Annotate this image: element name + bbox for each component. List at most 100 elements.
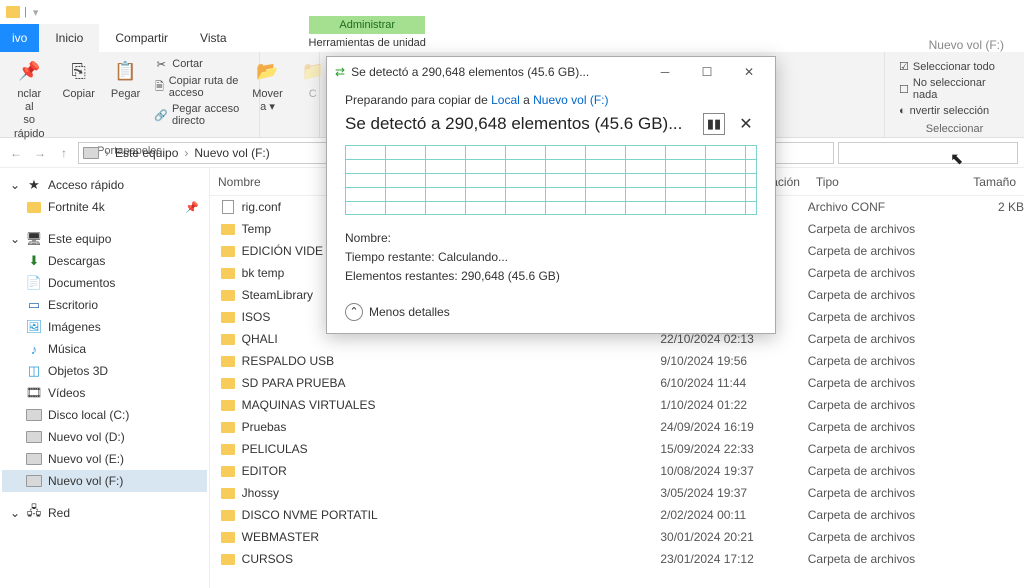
file-type: Carpeta de archivos bbox=[808, 310, 955, 324]
c-label: C bbox=[309, 88, 317, 101]
sidebar-videos[interactable]: 🎞Vídeos bbox=[2, 382, 207, 404]
copy-dialog: ⇄ Se detectó a 290,648 elementos (45.6 G… bbox=[326, 56, 776, 334]
sidebar-label: Música bbox=[48, 342, 86, 356]
dialog-title: Se detectó a 290,648 elementos (45.6 GB)… bbox=[351, 65, 589, 79]
sidebar-item-fortnite[interactable]: Fortnite 4k📌 bbox=[2, 196, 207, 218]
folder-icon bbox=[221, 378, 235, 389]
table-row[interactable]: Jhossy3/05/2024 19:37Carpeta de archivos bbox=[210, 482, 1024, 504]
source-link[interactable]: Local bbox=[491, 93, 520, 107]
sidebar-music[interactable]: ♪Música bbox=[2, 338, 207, 360]
file-name: DISCO NVME PORTATIL bbox=[238, 508, 661, 522]
tab-vista[interactable]: Vista bbox=[184, 24, 242, 52]
table-row[interactable]: PELICULAS15/09/2024 22:33Carpeta de arch… bbox=[210, 438, 1024, 460]
file-size: 2 KB bbox=[955, 200, 1024, 214]
tab-administrar[interactable]: Administrar Herramientas de unidad bbox=[303, 16, 432, 52]
table-row[interactable]: DISCO NVME PORTATIL2/02/2024 00:11Carpet… bbox=[210, 504, 1024, 526]
select-none-button[interactable]: ☐No seleccionar nada bbox=[899, 77, 1010, 101]
sidebar-label: Escritorio bbox=[48, 298, 98, 312]
sidebar-this-pc[interactable]: ⌄🖥Este equipo bbox=[2, 228, 207, 250]
folder-icon bbox=[221, 532, 235, 543]
table-row[interactable]: EDITOR10/08/2024 19:37Carpeta de archivo… bbox=[210, 460, 1024, 482]
sidebar-desktop[interactable]: ▭ Escritorio bbox=[2, 294, 207, 316]
maximize-button[interactable]: ☐ bbox=[689, 57, 725, 87]
chevron-down-icon[interactable]: ▾ bbox=[33, 6, 39, 19]
dest-link[interactable]: Nuevo vol (F:) bbox=[533, 93, 608, 107]
folder-icon bbox=[221, 246, 235, 257]
sidebar-quick-access[interactable]: ⌄★Acceso rápido bbox=[2, 174, 207, 196]
search-input[interactable] bbox=[838, 142, 1018, 164]
file-name: EDITOR bbox=[238, 464, 661, 478]
table-row[interactable]: Pruebas24/09/2024 16:19Carpeta de archiv… bbox=[210, 416, 1024, 438]
copy-label: Copiar bbox=[62, 88, 94, 101]
tab-archivo[interactable]: ivo bbox=[0, 24, 39, 52]
tab-inicio[interactable]: Inicio bbox=[39, 24, 99, 52]
pin-button[interactable]: 📌 nclar al so rápido bbox=[8, 56, 50, 143]
col-size[interactable]: Tamaño bbox=[955, 175, 1024, 189]
file-name: WEBMASTER bbox=[238, 530, 661, 544]
select-invert-label: nvertir selección bbox=[910, 105, 989, 117]
close-button[interactable]: ✕ bbox=[731, 57, 767, 87]
folder-icon bbox=[221, 312, 235, 323]
folder-icon bbox=[221, 488, 235, 499]
col-type[interactable]: Tipo bbox=[808, 175, 955, 189]
folder-icon bbox=[221, 400, 235, 411]
forward-button[interactable]: → bbox=[30, 143, 50, 163]
paste-button[interactable]: 📋 Pegar bbox=[107, 56, 144, 103]
sidebar-network[interactable]: ⌄🖧Red bbox=[2, 502, 207, 524]
sidebar-downloads[interactable]: ⬇Descargas bbox=[2, 250, 207, 272]
table-row[interactable]: MAQUINAS VIRTUALES1/10/2024 01:22Carpeta… bbox=[210, 394, 1024, 416]
table-row[interactable]: RESPALDO USB9/10/2024 19:56Carpeta de ar… bbox=[210, 350, 1024, 372]
sidebar-label: Este equipo bbox=[48, 232, 111, 246]
pc-icon: 🖥 bbox=[26, 232, 42, 246]
sidebar-3d[interactable]: ◫Objetos 3D bbox=[2, 360, 207, 382]
drive-icon bbox=[26, 409, 42, 421]
folder-icon bbox=[221, 356, 235, 367]
move-icon: 📂 bbox=[254, 58, 282, 86]
sidebar-documents[interactable]: 📄Documentos bbox=[2, 272, 207, 294]
paste-shortcut-button[interactable]: 🔗Pegar acceso directo bbox=[152, 102, 251, 128]
sidebar-images[interactable]: 🖼Imágenes bbox=[2, 316, 207, 338]
less-details-label: Menos detalles bbox=[369, 305, 450, 319]
desktop-icon: ▭ bbox=[26, 298, 42, 312]
document-icon: 📄 bbox=[26, 276, 42, 290]
select-invert-button[interactable]: ◐nvertir selección bbox=[899, 105, 1010, 117]
file-type: Carpeta de archivos bbox=[808, 332, 955, 346]
pin-icon: 📌 bbox=[185, 201, 199, 214]
file-type: Carpeta de archivos bbox=[808, 398, 955, 412]
file-type: Archivo CONF bbox=[808, 200, 955, 214]
less-details-button[interactable]: ⌃ Menos detalles bbox=[345, 303, 757, 321]
file-name: QHALI bbox=[238, 332, 661, 346]
sidebar-label: Descargas bbox=[48, 254, 105, 268]
file-date: 9/10/2024 19:56 bbox=[660, 354, 807, 368]
crumb-drive[interactable]: Nuevo vol (F:) bbox=[194, 146, 269, 160]
copy-button[interactable]: ⎘ Copiar bbox=[58, 56, 98, 103]
sidebar-label: Nuevo vol (E:) bbox=[48, 452, 124, 466]
table-row[interactable]: WEBMASTER30/01/2024 20:21Carpeta de arch… bbox=[210, 526, 1024, 548]
file-type: Carpeta de archivos bbox=[808, 464, 955, 478]
tab-compartir[interactable]: Compartir bbox=[99, 24, 184, 52]
titlebar: | ▾ bbox=[0, 0, 1024, 24]
pause-button[interactable]: ▮▮ bbox=[703, 113, 725, 135]
sidebar-disk-f[interactable]: Nuevo vol (F:) bbox=[2, 470, 207, 492]
titlebar-sep: | bbox=[24, 6, 27, 18]
copy-path-button[interactable]: 🗎Copiar ruta de acceso bbox=[152, 74, 251, 100]
sidebar-disk-c[interactable]: Disco local (C:) bbox=[2, 404, 207, 426]
move-button[interactable]: 📂 Mover a ▾ bbox=[248, 56, 287, 116]
crumb-root[interactable]: Este equipo bbox=[115, 146, 178, 160]
cut-button[interactable]: ✂Cortar bbox=[152, 56, 251, 72]
prepare-line: Preparando para copiar de Local a Nuevo … bbox=[345, 93, 757, 107]
cancel-button[interactable]: ✕ bbox=[735, 113, 757, 135]
cut-label: Cortar bbox=[172, 58, 203, 70]
table-row[interactable]: SD PARA PRUEBA6/10/2024 11:44Carpeta de … bbox=[210, 372, 1024, 394]
minimize-button[interactable]: ─ bbox=[647, 57, 683, 87]
sidebar-disk-e[interactable]: Nuevo vol (E:) bbox=[2, 448, 207, 470]
star-icon: ★ bbox=[26, 178, 42, 192]
dialog-titlebar[interactable]: ⇄ Se detectó a 290,648 elementos (45.6 G… bbox=[327, 57, 775, 87]
file-name: SD PARA PRUEBA bbox=[238, 376, 661, 390]
select-all-button[interactable]: ☑Seleccionar todo bbox=[899, 60, 1010, 73]
sidebar-disk-d[interactable]: Nuevo vol (D:) bbox=[2, 426, 207, 448]
back-button[interactable]: ← bbox=[6, 143, 26, 163]
file-type: Carpeta de archivos bbox=[808, 530, 955, 544]
table-row[interactable]: CURSOS23/01/2024 17:12Carpeta de archivo… bbox=[210, 548, 1024, 570]
up-button[interactable]: ↑ bbox=[54, 143, 74, 163]
